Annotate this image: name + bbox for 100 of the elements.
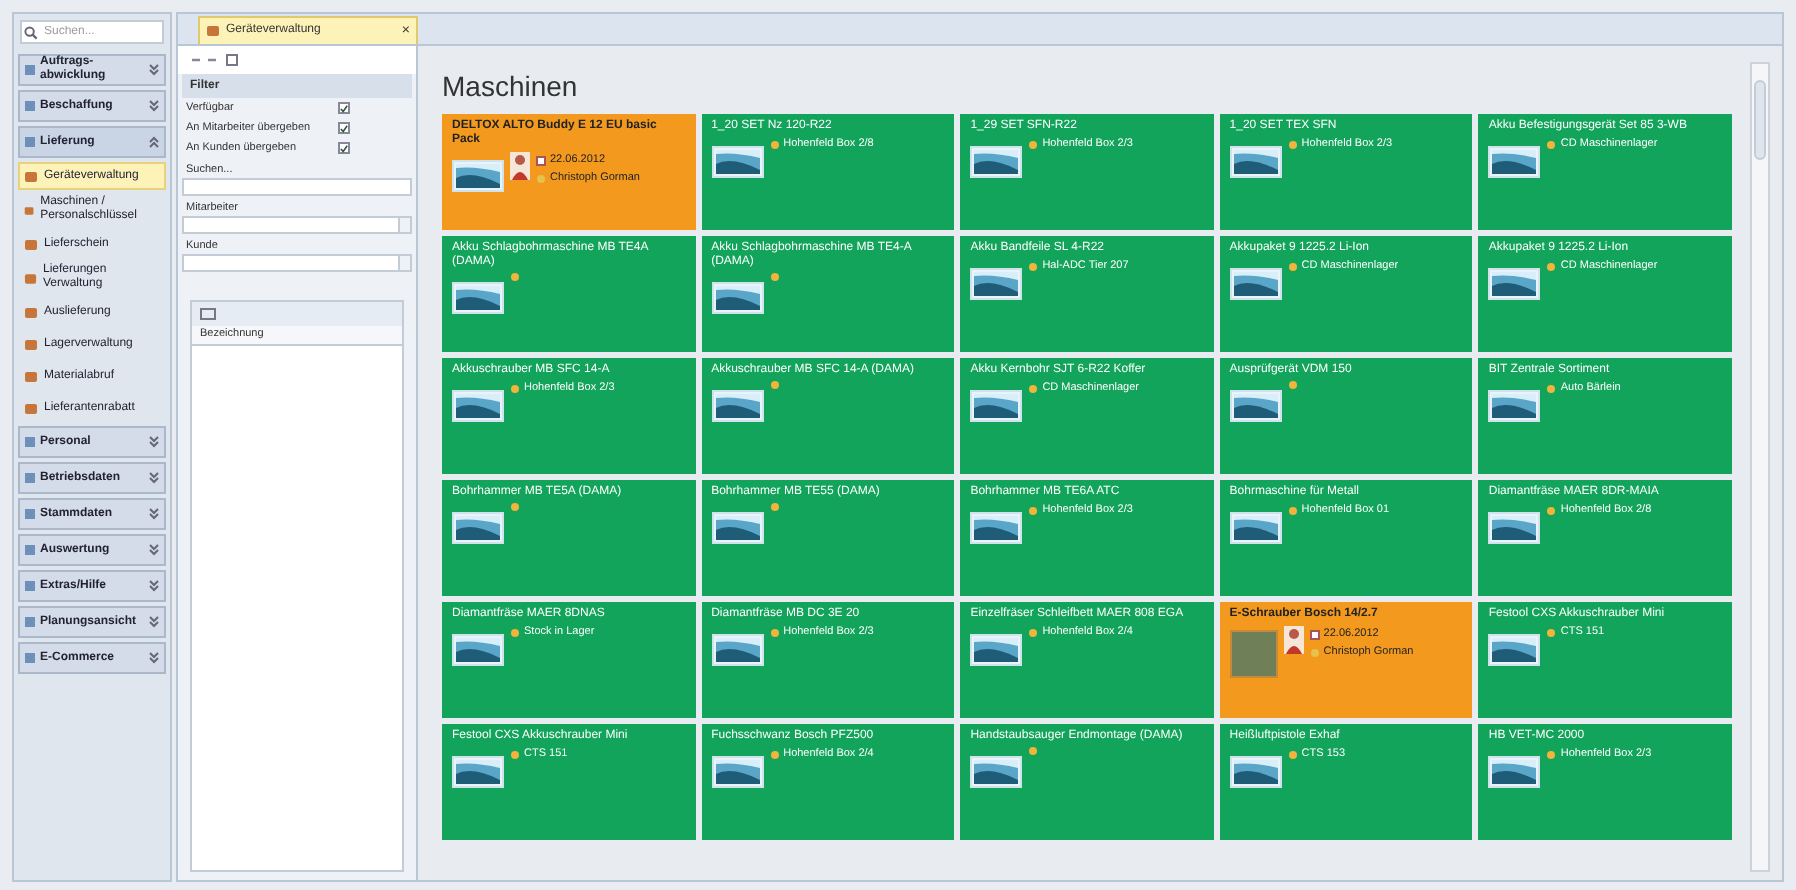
location-pin-icon — [1546, 139, 1557, 150]
image-icon — [452, 390, 504, 422]
location-pin-icon — [510, 749, 520, 760]
location-pin-icon — [1287, 380, 1298, 390]
location-pin-icon — [1287, 505, 1298, 516]
calendar-icon — [536, 155, 546, 166]
chevron-icon — [148, 136, 160, 148]
location-pin-icon — [1028, 746, 1039, 756]
location-pin-icon — [510, 272, 520, 282]
image-icon — [1488, 146, 1541, 178]
image-icon — [1229, 512, 1282, 544]
document-icon — [24, 305, 38, 319]
search-icon — [24, 25, 38, 39]
image-icon — [1488, 634, 1541, 666]
module-icon — [24, 436, 36, 448]
document-icon — [24, 271, 37, 285]
document-icon — [24, 169, 38, 183]
image-icon — [970, 634, 1023, 666]
image-icon — [1229, 268, 1282, 300]
location-pin-icon — [1028, 383, 1039, 394]
grid-icon — [226, 54, 238, 66]
search-input[interactable] — [182, 178, 412, 196]
module-icon — [24, 472, 36, 484]
location-pin-icon — [1546, 261, 1557, 272]
calendar-icon — [1309, 629, 1320, 640]
image-icon — [452, 160, 504, 192]
image-icon — [970, 146, 1023, 178]
image-icon — [452, 756, 504, 788]
chevron-icon — [148, 100, 160, 112]
chevron-icon — [148, 580, 160, 592]
image-icon — [1229, 390, 1282, 422]
location-pin-icon — [1546, 505, 1557, 516]
document-icon — [24, 337, 38, 351]
location-pin-icon — [769, 627, 780, 638]
chevron-icon — [148, 508, 160, 520]
location-pin-icon — [769, 272, 780, 282]
module-icon — [24, 136, 36, 148]
image-icon — [970, 512, 1023, 544]
module-icon — [24, 616, 36, 628]
location-pin-icon — [769, 139, 780, 150]
scrollbar[interactable] — [1750, 62, 1770, 872]
image-icon — [711, 512, 764, 544]
location-pin-icon — [510, 383, 520, 394]
location-pin-icon — [1028, 505, 1039, 516]
document-icon — [24, 237, 38, 251]
chevron-icon — [148, 436, 160, 448]
image-icon — [452, 282, 504, 314]
module-icon — [24, 100, 36, 112]
user-icon — [1309, 647, 1320, 658]
image-icon — [970, 390, 1023, 422]
location-pin-icon — [769, 749, 780, 760]
location-pin-icon — [510, 502, 520, 512]
image-icon — [970, 756, 1023, 788]
chevron-icon — [148, 652, 160, 664]
location-pin-icon — [1287, 749, 1298, 760]
image-icon — [452, 512, 504, 544]
page-title: Maschinen — [442, 68, 578, 106]
user-icon — [536, 173, 546, 184]
location-pin-icon — [769, 380, 780, 390]
chevron-icon — [148, 544, 160, 556]
chevron-icon — [148, 64, 160, 76]
location-pin-icon — [1546, 749, 1557, 760]
image-icon — [711, 282, 764, 314]
chevron-icon — [148, 472, 160, 484]
image-icon — [711, 756, 764, 788]
document-icon — [206, 24, 220, 38]
image-icon — [711, 634, 764, 666]
chevron-icon — [148, 616, 160, 628]
location-pin-icon — [769, 502, 780, 512]
module-icon — [24, 544, 36, 556]
location-pin-icon — [510, 627, 520, 638]
location-pin-icon — [1028, 627, 1039, 638]
location-pin-icon — [1546, 627, 1557, 638]
image-icon — [970, 268, 1023, 300]
document-icon — [24, 203, 35, 217]
person-silhouette-icon — [510, 152, 530, 180]
module-icon — [24, 580, 36, 592]
dropdown-field[interactable] — [182, 254, 412, 272]
image-icon — [1488, 390, 1541, 422]
dropdown-field[interactable] — [182, 216, 412, 234]
location-pin-icon — [1546, 383, 1557, 394]
image-icon — [711, 390, 764, 422]
location-pin-icon — [1287, 139, 1298, 150]
image-icon — [1488, 756, 1541, 788]
location-pin-icon — [1028, 261, 1039, 272]
image-icon — [1229, 146, 1282, 178]
module-icon — [24, 64, 36, 76]
module-icon — [24, 508, 36, 520]
image-icon — [452, 634, 504, 666]
document-icon — [24, 369, 38, 383]
location-pin-icon — [1287, 261, 1298, 272]
image-icon — [711, 146, 764, 178]
location-pin-icon — [1028, 139, 1039, 150]
person-silhouette-icon — [1283, 626, 1304, 654]
image-icon — [1229, 756, 1282, 788]
module-icon — [24, 652, 36, 664]
list-icon — [200, 308, 216, 320]
image-icon — [1488, 512, 1541, 544]
document-icon — [24, 401, 38, 415]
image-icon — [1488, 268, 1541, 300]
